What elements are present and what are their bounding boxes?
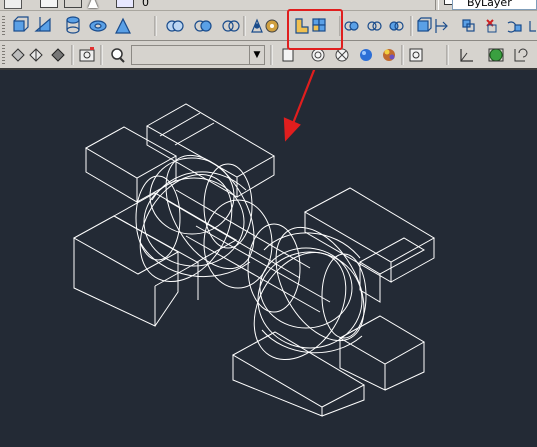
ucs-previous-icon [514, 48, 528, 62]
modeling-toolbar [0, 11, 537, 41]
world-ucs-icon [488, 48, 504, 62]
planar-icon [282, 48, 294, 62]
block-ul [84, 103, 275, 203]
render-icon [383, 49, 395, 61]
convert-icon [507, 21, 522, 33]
drawing-viewport[interactable] [0, 70, 537, 447]
block-ur [303, 187, 436, 303]
render-settings-icon [409, 48, 423, 62]
pyramid-icon [115, 17, 131, 34]
extrude-icon [417, 17, 432, 32]
wireframe-shade-icon [51, 48, 65, 62]
lock-icon[interactable] [64, 0, 82, 8]
align-icon [435, 19, 448, 33]
extract-icon [529, 21, 536, 32]
sphere-material-icon [360, 49, 372, 61]
visual-styles-toolbar: ▼ [0, 41, 537, 70]
union-icon-2 [344, 21, 359, 31]
erase-icon [486, 19, 497, 33]
3d-orbit-icon [251, 18, 263, 33]
visual-style-dropdown[interactable]: ▼ [131, 45, 265, 65]
intersect-icon [222, 20, 240, 32]
3d-rotate-icon [265, 19, 279, 33]
ucs-icon [460, 49, 473, 62]
chevron-down-icon[interactable]: ▼ [249, 46, 264, 64]
block-lr [231, 315, 425, 417]
wedge-icon [34, 17, 51, 32]
union-icon [166, 20, 184, 32]
highlight-box [287, 9, 343, 50]
visual-styles-icons [11, 45, 528, 65]
3d-array-icon [462, 19, 475, 32]
gouraud-shade-icon [29, 48, 43, 62]
current-layer-number: 0 [142, 0, 149, 9]
layer-state-icon[interactable] [116, 0, 134, 8]
layer-dropdown[interactable]: ByLayer [452, 0, 537, 10]
flat-shade-icon [11, 48, 25, 62]
camera-icon [79, 47, 95, 62]
modeling-toolbar-icons [13, 16, 536, 36]
subtract-icon [194, 20, 212, 32]
box-map-icon [311, 48, 325, 62]
cylinder-icon [66, 16, 80, 34]
subtract-icon-2 [367, 21, 382, 31]
left-cluster [135, 154, 273, 289]
3d-wireframe-model [72, 103, 436, 417]
cursor-arrow-icon [88, 0, 98, 8]
intersect-icon-2 [389, 21, 404, 31]
top-toolbar-row: 0 ByLayer [0, 0, 537, 11]
cylinder-map-icon [335, 48, 349, 62]
torus-icon [89, 20, 107, 32]
toolbar-icon[interactable] [4, 0, 22, 9]
layer-icon[interactable] [40, 0, 58, 8]
zoom-icon [111, 48, 125, 63]
annotation-arrow [283, 70, 316, 142]
box-icon [13, 16, 29, 32]
